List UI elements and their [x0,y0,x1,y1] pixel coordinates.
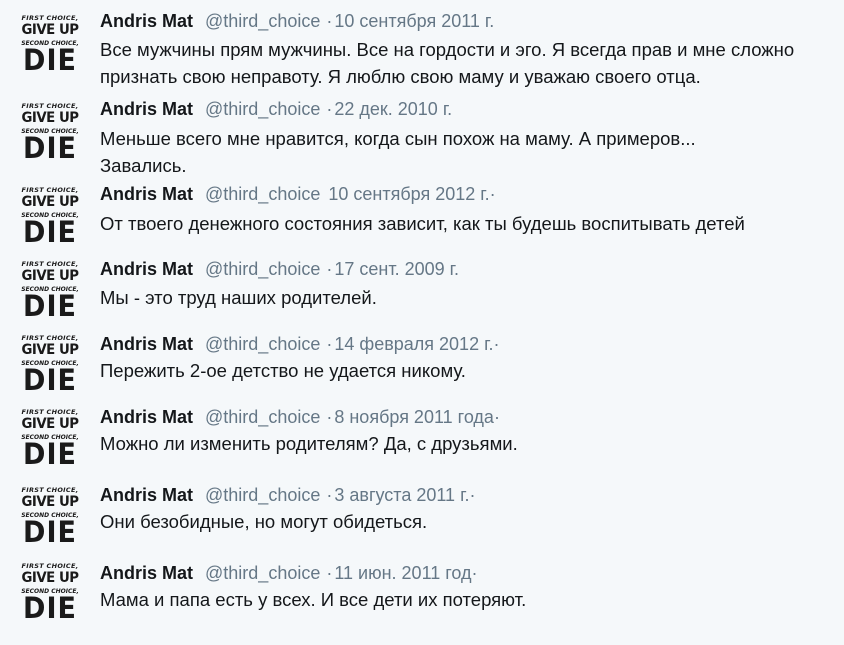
tweet-date[interactable]: 17 сент. 2009 г. [334,259,459,279]
author-name[interactable]: Andris Mat [100,259,193,279]
tweet-text: Мама и папа есть у всех. И все дети их п… [100,589,527,610]
tweet-date[interactable]: 10 сентября 2012 г.· [328,184,495,204]
tweet-text: Все мужчины прям мужчины. Все на гордост… [100,39,795,87]
separator-dot: · [326,99,333,119]
author-handle[interactable]: @third_choice [205,563,320,583]
author-name[interactable]: Andris Mat [100,184,193,204]
tweet-feed: FIRST CHOICE, GIVE UP SECOND CHOICE, DIE… [0,0,844,645]
author-name[interactable]: Andris Mat [100,407,193,427]
avatar[interactable]: FIRST CHOICE, GIVE UP SECOND CHOICE, DIE [18,12,82,78]
author-handle[interactable]: @third_choice [205,99,320,119]
avatar[interactable]: FIRST CHOICE, GIVE UP SECOND CHOICE, DIE [18,406,82,472]
tweet-header: Andris Mat @third_choice · 17 сент. 2009 г. [100,258,459,280]
tweet-text: От твоего денежного состояния зависит, к… [100,213,745,234]
tweet-header: Andris Mat @third_choice · 10 сентября 2011… [100,10,494,32]
avatar[interactable]: FIRST CHOICE, GIVE UP SECOND CHOICE, DIE [18,258,82,324]
avatar[interactable]: FIRST CHOICE, GIVE UP SECOND CHOICE, DIE [18,100,82,166]
author-handle[interactable]: @third_choice [205,11,320,31]
tweet-header: Andris Mat @third_choice · 22 дек. 2010 г. [100,98,452,120]
avatar[interactable]: FIRST CHOICE, GIVE UP SECOND CHOICE, DIE [18,484,82,550]
separator-dot: · [326,485,333,505]
tweet-header: Andris Mat @third_choice · 8 ноября 2011 го… [100,406,500,428]
separator-dot: · [326,563,333,583]
avatar[interactable]: FIRST CHOICE, GIVE UP SECOND CHOICE, DIE [18,332,82,398]
author-handle[interactable]: @third_choice [205,485,320,505]
avatar[interactable]: FIRST CHOICE, GIVE UP SECOND CHOICE, DIE [18,560,82,626]
tweet-text: Меньше всего мне нравится, когда сын пох… [100,128,696,176]
author-name[interactable]: Andris Mat [100,563,193,583]
tweet-date[interactable]: 22 дек. 2010 г. [334,99,452,119]
tweet-header: Andris Mat @third_choice · 11 июн. 2011 год… [100,562,478,584]
author-name[interactable]: Andris Mat [100,485,193,505]
tweet-date[interactable]: 11 июн. 2011 год· [334,563,477,583]
separator-dot: · [326,259,333,279]
author-name[interactable]: Andris Mat [100,11,193,31]
tweet-text: Пережить 2-ое детство не удается никому. [100,360,466,381]
author-handle[interactable]: @third_choice [205,407,320,427]
tweet-text: Они безобидные, но могут обидеться. [100,511,428,532]
tweet-date[interactable]: 3 августа 2011 г.· [334,485,475,505]
tweet-header: Andris Mat @third_choice · 3 августа 2011 г… [100,484,475,506]
author-name[interactable]: Andris Mat [100,99,193,119]
author-name[interactable]: Andris Mat [100,334,193,354]
tweet-header: Andris Mat @third_choice · 14 февраля 2012 … [100,333,499,355]
separator-dot: · [326,407,333,427]
tweet-text: Можно ли изменить родителям? Да, с друзь… [100,433,518,454]
avatar[interactable]: FIRST CHOICE, GIVE UP SECOND CHOICE, DIE [18,184,82,250]
author-handle[interactable]: @third_choice [205,334,320,354]
tweet-date[interactable]: 8 ноября 2011 года· [334,407,500,427]
tweet-text: Мы - это труд наших родителей. [100,287,377,308]
tweet-date[interactable]: 14 февраля 2012 г.· [334,334,499,354]
author-handle[interactable]: @third_choice [205,184,320,204]
tweet-date[interactable]: 10 сентября 2011 г. [334,11,494,31]
author-handle[interactable]: @third_choice [205,259,320,279]
separator-dot: · [326,11,333,31]
separator-dot: · [326,334,333,354]
tweet-header: Andris Mat @third_choice 10 сентября 2012 … [100,183,496,205]
